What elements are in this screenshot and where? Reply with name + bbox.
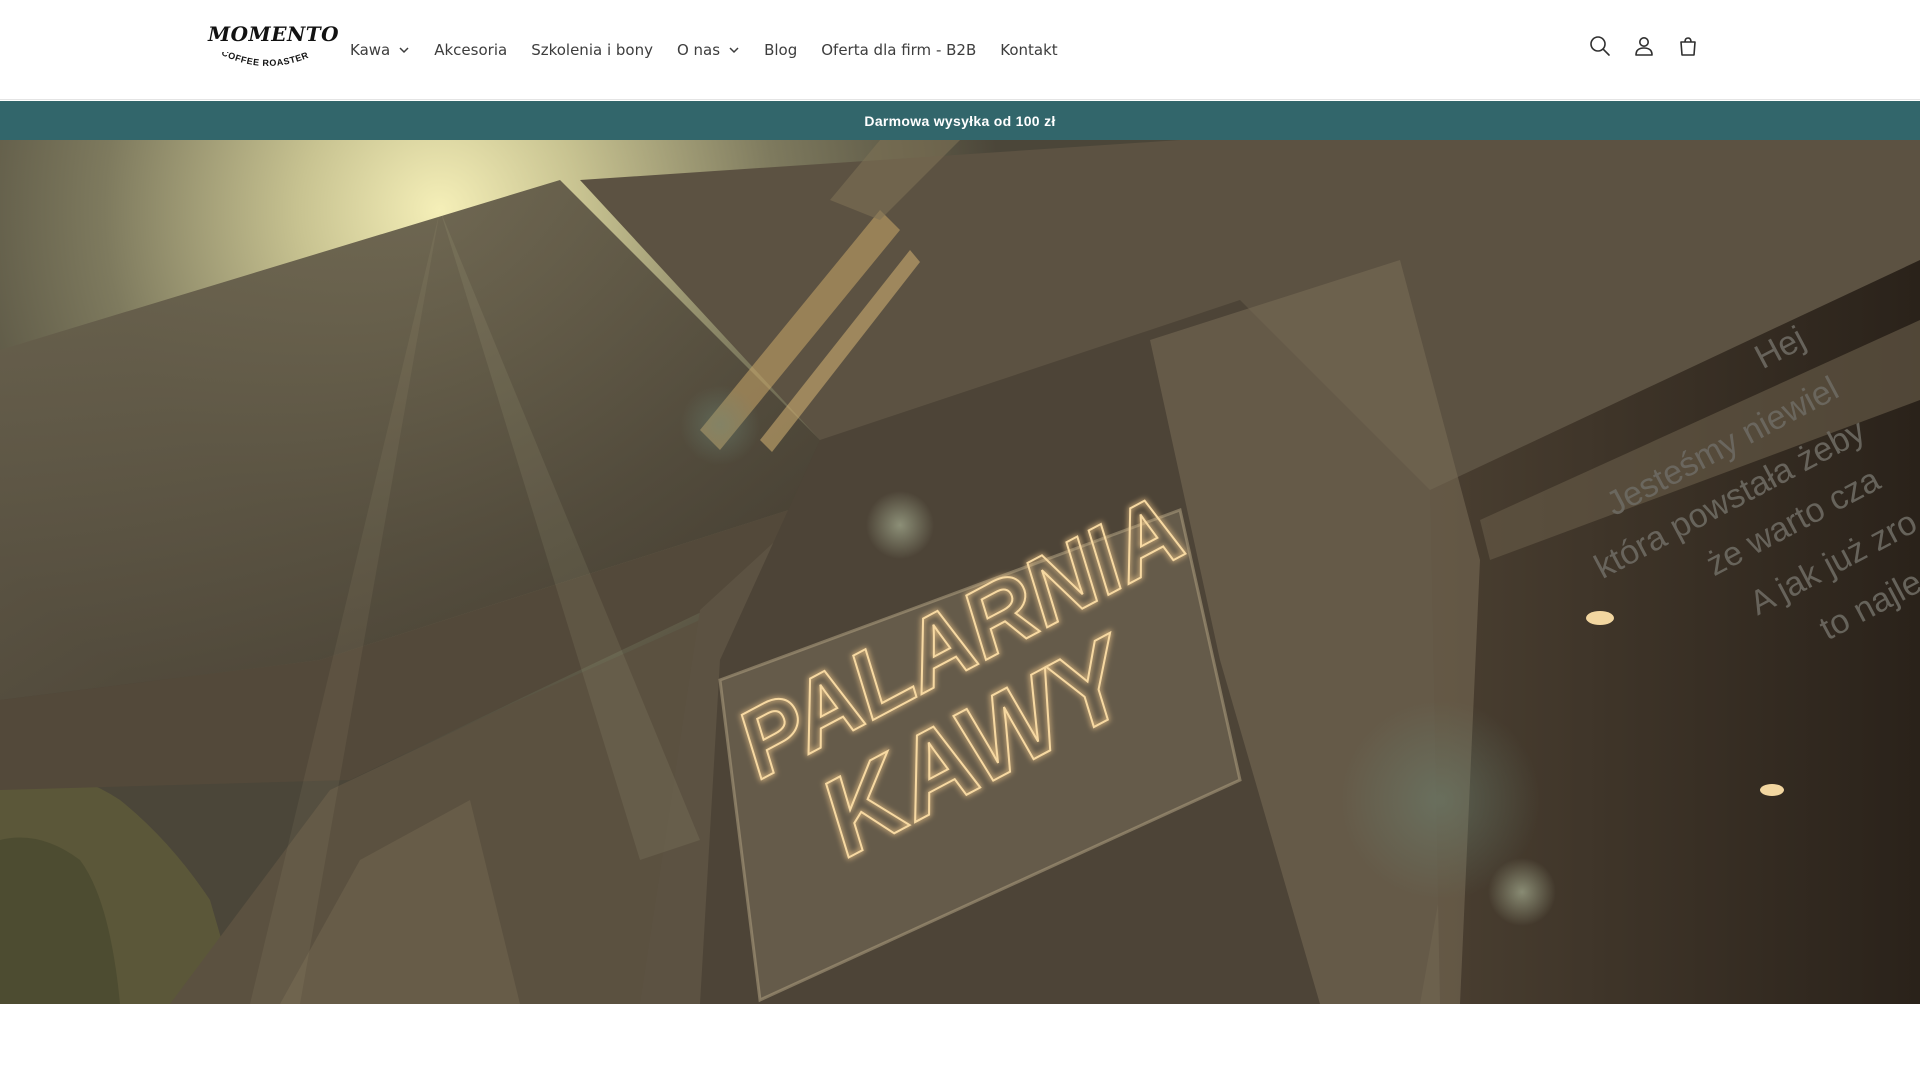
svg-text:COFFEE ROASTERY: COFFEE ROASTERY (218, 52, 310, 68)
header-actions (1568, 34, 1700, 58)
site-header: MOMENTO COFFEE ROASTERY Kawa Akcesoria S… (0, 0, 1920, 100)
announcement-bar: Darmowa wysyłka od 100 zł (0, 101, 1920, 140)
nav-item-o-nas[interactable]: O nas (677, 36, 740, 64)
momento-logo[interactable]: MOMENTO COFFEE ROASTERY (208, 22, 340, 78)
cart-icon[interactable] (1676, 34, 1700, 58)
nav-label: Kawa (350, 41, 391, 59)
nav-label: Oferta dla firm - B2B (821, 41, 977, 59)
logo-tagline-text: COFFEE ROASTERY (218, 52, 309, 68)
hero-banner: PALARNIA PALARNIA KAWY KAWY Hej Jesteśmy… (0, 140, 1920, 1004)
nav-label: Kontakt (1000, 41, 1058, 59)
nav-item-szkolenia[interactable]: Szkolenia i bony (531, 36, 653, 64)
nav-label: Blog (764, 41, 798, 59)
nav-label: O nas (676, 41, 721, 59)
account-icon[interactable] (1632, 34, 1656, 58)
main-navigation: Kawa Akcesoria Szkolenia i bony O nas Bl… (350, 36, 1082, 64)
nav-label: Akcesoria (434, 41, 508, 59)
nav-label: Szkolenia i bony (531, 41, 653, 59)
search-icon[interactable] (1588, 34, 1612, 58)
nav-item-kawa[interactable]: Kawa (350, 36, 410, 64)
nav-item-kontakt[interactable]: Kontakt (1000, 36, 1057, 64)
nav-item-b2b[interactable]: Oferta dla firm - B2B (821, 36, 976, 64)
logo-wordmark: MOMENTO (208, 22, 340, 46)
nav-item-blog[interactable]: Blog (764, 36, 797, 64)
chevron-down-icon (728, 44, 740, 56)
chevron-down-icon (398, 44, 410, 56)
hero-image: PALARNIA PALARNIA KAWY KAWY Hej Jesteśmy… (0, 140, 1920, 1004)
announcement-text: Darmowa wysyłka od 100 zł (864, 112, 1056, 129)
logo-tagline: COFFEE ROASTERY (218, 52, 310, 68)
nav-item-akcesoria[interactable]: Akcesoria (434, 36, 507, 64)
page-below-hero (0, 1004, 1920, 1080)
